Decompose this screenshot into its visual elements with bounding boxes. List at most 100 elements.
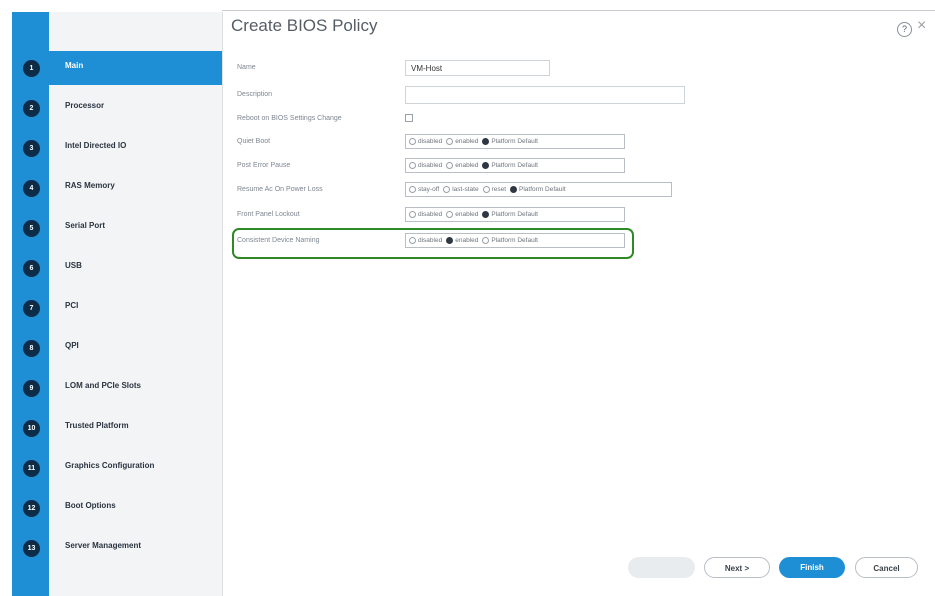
option-label: disabled: [418, 211, 443, 218]
resume-ac-label: Resume Ac On Power Loss: [237, 186, 323, 193]
front-panel-lockout-option-enabled[interactable]: enabled: [446, 211, 478, 218]
step-number-5[interactable]: 5: [23, 220, 40, 237]
quiet-boot-option-enabled[interactable]: enabled: [446, 138, 478, 145]
resume-ac-radio-group: stay-off last-state reset Platform Defau…: [405, 182, 672, 197]
radio-button[interactable]: [446, 162, 454, 169]
resume-ac-option-reset[interactable]: reset: [482, 186, 506, 193]
option-label: Platform Default: [519, 186, 566, 193]
radio-button-selected[interactable]: [482, 138, 490, 145]
nav-item-label: Boot Options: [65, 501, 116, 510]
cdn-option-enabled[interactable]: enabled: [446, 237, 478, 244]
radio-button[interactable]: [409, 237, 416, 244]
step-number-9[interactable]: 9: [23, 380, 40, 397]
front-panel-lockout-label: Front Panel Lockout: [237, 211, 300, 218]
nav-item-trusted-platform[interactable]: Trusted Platform: [49, 411, 222, 445]
post-error-pause-option-disabled[interactable]: disabled: [409, 162, 442, 169]
step-number-8[interactable]: 8: [23, 340, 40, 357]
step-number-13[interactable]: 13: [23, 540, 40, 557]
nav-item-graphics-configuration[interactable]: Graphics Configuration: [49, 451, 222, 485]
quiet-boot-option-disabled[interactable]: disabled: [409, 138, 442, 145]
radio-button[interactable]: [482, 237, 490, 244]
radio-button[interactable]: [443, 186, 451, 193]
option-label: disabled: [418, 162, 443, 169]
consistent-device-naming-radio-group: disabled enabled Platform Default: [405, 233, 625, 248]
nav-item-processor[interactable]: Processor: [49, 91, 222, 125]
radio-button[interactable]: [446, 138, 454, 145]
next-button[interactable]: Next >: [704, 557, 770, 578]
nav-item-boot-options[interactable]: Boot Options: [49, 491, 222, 525]
cdn-option-platform-default[interactable]: Platform Default: [482, 237, 538, 244]
option-label: disabled: [418, 237, 443, 244]
nav-item-serial-port[interactable]: Serial Port: [49, 211, 222, 245]
option-label: disabled: [418, 138, 443, 145]
option-label: enabled: [455, 237, 479, 244]
radio-button-selected[interactable]: [510, 186, 518, 193]
header-divider: [222, 10, 935, 11]
nav-item-lom-and-pcie-slots[interactable]: LOM and PCIe Slots: [49, 371, 222, 405]
nav-item-label: LOM and PCIe Slots: [65, 381, 142, 390]
post-error-pause-option-enabled[interactable]: enabled: [446, 162, 478, 169]
front-panel-lockout-option-platform-default[interactable]: Platform Default: [482, 211, 538, 218]
nav-item-pci[interactable]: PCI: [49, 291, 222, 325]
step-number-10[interactable]: 10: [23, 420, 40, 437]
front-panel-lockout-option-disabled[interactable]: disabled: [409, 211, 442, 218]
resume-ac-option-stay-off[interactable]: stay-off: [409, 186, 439, 193]
nav-item-label: PCI: [65, 301, 79, 310]
radio-button[interactable]: [409, 162, 416, 169]
cancel-button[interactable]: Cancel: [855, 557, 918, 578]
nav-item-server-management[interactable]: Server Management: [49, 531, 222, 565]
nav-item-label: Main: [65, 61, 84, 70]
nav-item-usb[interactable]: USB: [49, 251, 222, 285]
post-error-pause-option-platform-default[interactable]: Platform Default: [482, 162, 538, 169]
prev-button[interactable]: < Prev: [628, 557, 695, 578]
nav-item-label: Server Management: [65, 541, 142, 550]
step-number-6[interactable]: 6: [23, 260, 40, 277]
radio-button[interactable]: [482, 186, 490, 193]
nav-item-main[interactable]: Main: [49, 51, 222, 85]
reboot-checkbox[interactable]: [405, 114, 413, 122]
close-icon[interactable]: ×: [917, 17, 926, 35]
create-bios-policy-dialog: Main 1 Processor 2 Intel Directed IO 3 R…: [0, 0, 935, 596]
help-icon[interactable]: ?: [897, 22, 912, 37]
nav-item-label: USB: [65, 261, 82, 270]
name-input[interactable]: VM-Host: [405, 60, 550, 76]
quiet-boot-option-platform-default[interactable]: Platform Default: [482, 138, 538, 145]
nav-item-ras-memory[interactable]: RAS Memory: [49, 171, 222, 205]
resume-ac-option-platform-default[interactable]: Platform Default: [510, 186, 566, 193]
step-number-7[interactable]: 7: [23, 300, 40, 317]
finish-button[interactable]: Finish: [779, 557, 845, 578]
nav-item-label: Trusted Platform: [65, 421, 129, 430]
radio-button[interactable]: [409, 211, 416, 218]
radio-button-selected[interactable]: [482, 211, 490, 218]
nav-item-label: RAS Memory: [65, 181, 115, 190]
step-number-4[interactable]: 4: [23, 180, 40, 197]
step-number-3[interactable]: 3: [23, 140, 40, 157]
cdn-option-disabled[interactable]: disabled: [409, 237, 442, 244]
radio-button-selected[interactable]: [482, 162, 490, 169]
resume-ac-option-last-state[interactable]: last-state: [443, 186, 479, 193]
radio-button[interactable]: [409, 138, 416, 145]
step-number-12[interactable]: 12: [23, 500, 40, 517]
front-panel-lockout-radio-group: disabled enabled Platform Default: [405, 207, 625, 222]
radio-button[interactable]: [446, 211, 454, 218]
option-label: enabled: [455, 138, 479, 145]
quiet-boot-label: Quiet Boot: [237, 138, 271, 145]
radio-button-selected[interactable]: [446, 237, 454, 244]
option-label: Platform Default: [491, 138, 538, 145]
step-number-2[interactable]: 2: [23, 100, 40, 117]
step-number-11[interactable]: 11: [23, 460, 40, 477]
nav-item-label: Graphics Configuration: [65, 461, 155, 470]
quiet-boot-radio-group: disabled enabled Platform Default: [405, 134, 625, 149]
nav-item-label: Processor: [65, 101, 105, 110]
post-error-pause-label: Post Error Pause: [237, 162, 291, 169]
nav-item-label: QPI: [65, 341, 79, 350]
nav-item-intel-directed-io[interactable]: Intel Directed IO: [49, 131, 222, 165]
option-label: enabled: [455, 162, 479, 169]
dialog-title: Create BIOS Policy: [231, 16, 378, 35]
description-input[interactable]: [405, 86, 685, 104]
radio-button[interactable]: [409, 186, 416, 193]
option-label: Platform Default: [491, 162, 538, 169]
nav-item-qpi[interactable]: QPI: [49, 331, 222, 365]
step-number-1[interactable]: 1: [23, 60, 40, 77]
nav-item-label: Intel Directed IO: [65, 141, 127, 150]
